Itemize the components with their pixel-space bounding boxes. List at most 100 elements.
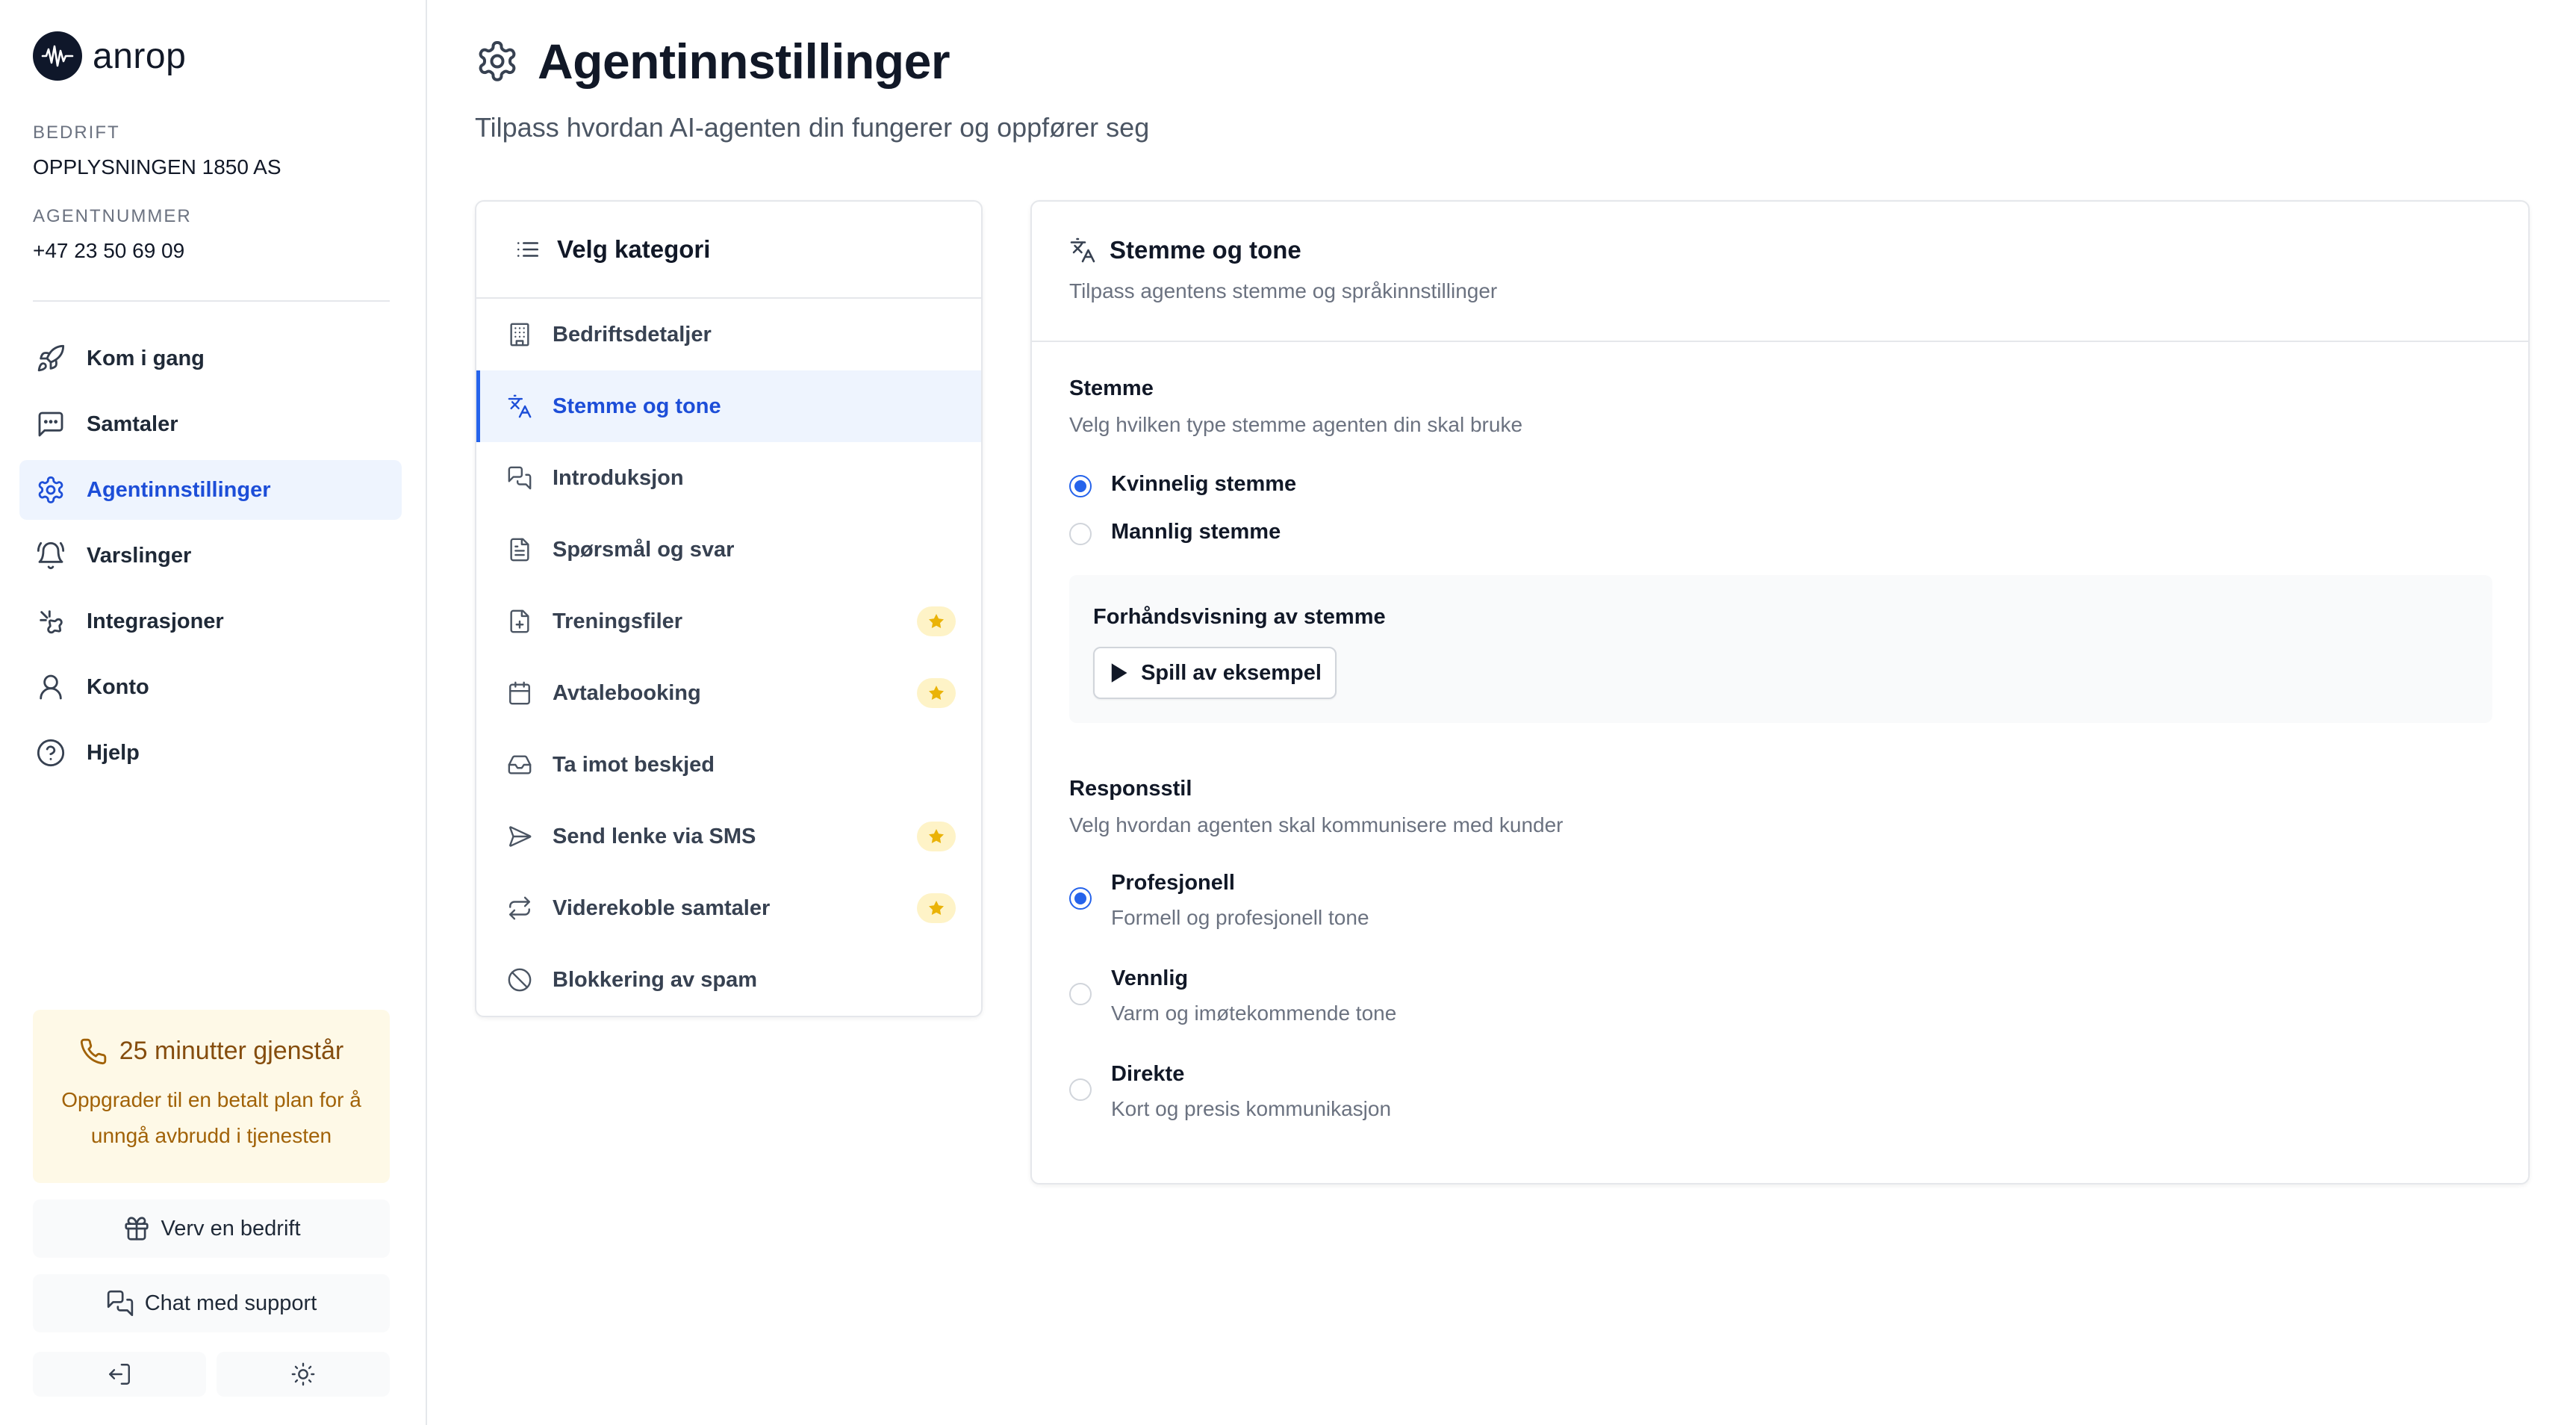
nav-item-hjelp[interactable]: Hjelp bbox=[19, 723, 402, 783]
voice-section-title: Stemme bbox=[1069, 376, 1154, 400]
logout-icon bbox=[107, 1362, 132, 1387]
nav-label: Varslinger bbox=[87, 543, 192, 568]
response-option-professional[interactable]: Profesjonell Formell og profesjonell ton… bbox=[1069, 871, 1369, 930]
logout-button[interactable] bbox=[33, 1352, 206, 1397]
category-label: Ta imot beskjed bbox=[553, 752, 715, 777]
category-item-sporsmal-og-svar[interactable]: Spørsmål og svar bbox=[476, 514, 981, 586]
premium-star-icon bbox=[917, 678, 956, 708]
company-info: BEDRIFT OPPLYSNINGEN 1850 AS bbox=[33, 122, 281, 179]
response-section-description: Velg hvordan agenten skal kommunisere me… bbox=[1069, 813, 1564, 836]
category-item-bedriftsdetaljer[interactable]: Bedriftsdetaljer bbox=[476, 299, 981, 370]
file-text-icon bbox=[505, 535, 535, 565]
category-item-treningsfiler[interactable]: Treningsfiler bbox=[476, 586, 981, 657]
settings-header: Stemme og tone Tilpass agentens stemme o… bbox=[1032, 202, 2528, 342]
response-option-description: Kort og presis kommunikasjon bbox=[1111, 1097, 1392, 1120]
refresh-icon bbox=[505, 893, 535, 923]
play-sample-button[interactable]: Spill av eksempel bbox=[1093, 647, 1337, 699]
response-section-title: Responsstil bbox=[1069, 777, 1192, 801]
chat-support-button[interactable]: Chat med support bbox=[33, 1274, 390, 1332]
building-icon bbox=[505, 320, 535, 350]
brand-name: anrop bbox=[93, 36, 187, 76]
soundwave-logo-icon bbox=[33, 31, 82, 81]
category-label: Send lenke via SMS bbox=[553, 824, 756, 848]
category-item-blokkering-av-spam[interactable]: Blokkering av spam bbox=[476, 944, 981, 1016]
agent-number-info: AGENTNUMMER +47 23 50 69 09 bbox=[33, 206, 192, 263]
refer-company-button[interactable]: Verv en bedrift bbox=[33, 1199, 390, 1258]
nav-item-integrasjoner[interactable]: Integrasjoner bbox=[19, 592, 402, 651]
radio-button-checked[interactable] bbox=[1069, 475, 1092, 497]
refer-company-label: Verv en bedrift bbox=[161, 1216, 301, 1241]
voice-option-female[interactable]: Kvinnelig stemme bbox=[1069, 472, 1296, 497]
nav-item-kom-i-gang[interactable]: Kom i gang bbox=[19, 329, 402, 388]
nav-item-samtaler[interactable]: Samtaler bbox=[19, 394, 402, 454]
radio-button[interactable] bbox=[1069, 523, 1092, 545]
category-label: Introduksjon bbox=[553, 465, 684, 490]
category-header: Velg kategori bbox=[476, 202, 981, 299]
chat-support-label: Chat med support bbox=[144, 1291, 317, 1315]
voice-tone-settings-card: Stemme og tone Tilpass agentens stemme o… bbox=[1030, 200, 2530, 1185]
radio-button[interactable] bbox=[1069, 983, 1092, 1005]
response-section-heading: Responsstil Velg hvordan agenten skal ko… bbox=[1069, 777, 1564, 837]
response-option-label: Direkte bbox=[1111, 1062, 1185, 1086]
response-option-label: Vennlig bbox=[1111, 966, 1189, 990]
play-sample-label: Spill av eksempel bbox=[1141, 660, 1322, 685]
page-subtitle: Tilpass hvordan AI-agenten din fungerer … bbox=[475, 112, 1150, 143]
company-label: BEDRIFT bbox=[33, 122, 120, 143]
radio-button[interactable] bbox=[1069, 1078, 1092, 1101]
calendar-icon bbox=[505, 678, 535, 708]
category-card: Velg kategori Bedriftsdetaljer Stemme og… bbox=[475, 200, 983, 1017]
translate-icon bbox=[505, 391, 535, 421]
gift-icon bbox=[122, 1214, 151, 1243]
user-icon bbox=[34, 671, 67, 704]
chat-icon bbox=[505, 463, 535, 493]
category-label: Viderekoble samtaler bbox=[553, 895, 771, 920]
response-option-direct[interactable]: Direkte Kort og presis kommunikasjon bbox=[1069, 1062, 1391, 1121]
category-item-viderekoble-samtaler[interactable]: Viderekoble samtaler bbox=[476, 872, 981, 944]
voice-preview-panel: Forhåndsvisning av stemme Spill av eksem… bbox=[1069, 575, 2492, 723]
settings-title: Stemme og tone bbox=[1110, 236, 1301, 264]
voice-option-label: Mannlig stemme bbox=[1111, 520, 1281, 544]
category-item-stemme-og-tone[interactable]: Stemme og tone bbox=[476, 370, 981, 442]
upgrade-title: 25 minutter gjenstår bbox=[33, 1037, 390, 1066]
bell-icon bbox=[34, 539, 67, 572]
premium-star-icon bbox=[917, 606, 956, 636]
category-label: Treningsfiler bbox=[553, 609, 683, 633]
brand-logo[interactable]: anrop bbox=[33, 31, 186, 81]
nav-label: Agentinnstillinger bbox=[87, 477, 271, 502]
upgrade-banner[interactable]: 25 minutter gjenstår Oppgrader til en be… bbox=[33, 1010, 390, 1183]
upgrade-title-text: 25 minutter gjenstår bbox=[119, 1037, 344, 1065]
radio-button-checked[interactable] bbox=[1069, 887, 1092, 910]
category-label: Avtalebooking bbox=[553, 680, 701, 705]
nav-label: Samtaler bbox=[87, 412, 178, 436]
nav-label: Integrasjoner bbox=[87, 609, 224, 633]
voice-preview-title: Forhåndsvisning av stemme bbox=[1093, 605, 1386, 629]
response-option-friendly[interactable]: Vennlig Varm og imøtekommende tone bbox=[1069, 966, 1396, 1025]
main-nav: Kom i gang Samtaler Agentinnstillinger V… bbox=[19, 329, 402, 789]
voice-option-label: Kvinnelig stemme bbox=[1111, 472, 1297, 496]
agent-number: +47 23 50 69 09 bbox=[33, 239, 185, 262]
nav-label: Hjelp bbox=[87, 740, 140, 765]
nav-item-konto[interactable]: Konto bbox=[19, 657, 402, 717]
inbox-icon bbox=[505, 750, 535, 780]
category-label: Stemme og tone bbox=[553, 394, 721, 418]
response-option-description: Varm og imøtekommende tone bbox=[1111, 1002, 1397, 1025]
settings-description: Tilpass agentens stemme og språkinnstill… bbox=[1069, 279, 1498, 302]
send-icon bbox=[505, 822, 535, 851]
category-label: Blokkering av spam bbox=[553, 967, 757, 992]
category-item-avtalebooking[interactable]: Avtalebooking bbox=[476, 657, 981, 729]
rocket-icon bbox=[34, 342, 67, 375]
category-item-ta-imot-beskjed[interactable]: Ta imot beskjed bbox=[476, 729, 981, 801]
category-header-label: Velg kategori bbox=[557, 235, 711, 263]
gear-icon bbox=[475, 39, 520, 84]
help-icon bbox=[34, 736, 67, 769]
category-item-introduksjon[interactable]: Introduksjon bbox=[476, 442, 981, 514]
category-item-send-lenke-via-sms[interactable]: Send lenke via SMS bbox=[476, 801, 981, 872]
nav-item-agentinnstillinger[interactable]: Agentinnstillinger bbox=[19, 460, 402, 520]
puzzle-icon bbox=[34, 605, 67, 638]
voice-option-male[interactable]: Mannlig stemme bbox=[1069, 520, 1281, 545]
category-label: Spørsmål og svar bbox=[553, 537, 735, 562]
nav-item-varslinger[interactable]: Varslinger bbox=[19, 526, 402, 586]
ban-icon bbox=[505, 965, 535, 995]
theme-toggle-button[interactable] bbox=[217, 1352, 390, 1397]
company-name: OPPLYSNINGEN 1850 AS bbox=[33, 155, 281, 178]
